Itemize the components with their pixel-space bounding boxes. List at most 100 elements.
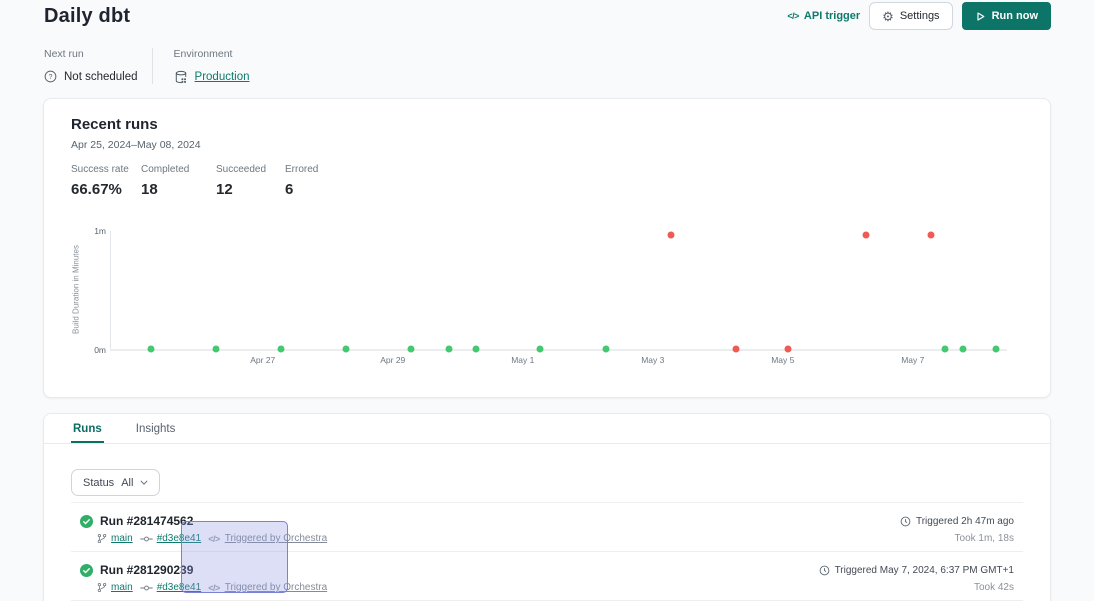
play-icon xyxy=(975,11,986,22)
run-data-point-error[interactable] xyxy=(784,345,791,352)
run-stats: Success rate 66.67% Completed 18 Succeed… xyxy=(71,164,355,198)
x-tick-label: Apr 29 xyxy=(380,355,405,365)
branch-link[interactable]: main xyxy=(111,533,133,544)
run-row-right: Triggered May 7, 2024, 6:37 PM GMT+1 Too… xyxy=(819,563,1014,600)
clock-icon xyxy=(819,565,830,576)
chart-plot xyxy=(110,223,1035,350)
environment-link[interactable]: Production xyxy=(195,71,250,83)
run-list: Run #281474562 main xyxy=(71,502,1023,601)
status-filter-value: All xyxy=(121,477,133,489)
settings-button[interactable]: ⚙ Settings xyxy=(869,2,952,30)
next-run-value: Not scheduled xyxy=(64,71,138,83)
x-tick-label: Apr 27 xyxy=(250,355,275,365)
recent-runs-title: Recent runs xyxy=(71,116,158,133)
commit-link[interactable]: #d3e8e41 xyxy=(157,533,202,544)
x-tick-label: May 1 xyxy=(511,355,534,365)
git-branch-icon xyxy=(97,533,107,544)
tab-insights[interactable]: Insights xyxy=(134,414,178,443)
y-axis-line xyxy=(110,231,111,350)
chevron-down-icon xyxy=(140,480,148,485)
environment-column: Environment Production xyxy=(152,48,264,84)
y-tick-label: 0m xyxy=(94,345,106,355)
next-run-label: Next run xyxy=(44,48,138,60)
code-icon: </> xyxy=(787,11,799,21)
status-filter-dropdown[interactable]: Status All xyxy=(71,469,160,496)
git-commit-icon xyxy=(140,583,153,593)
x-tick-label: May 5 xyxy=(771,355,794,365)
run-row-left: Run #281474562 main xyxy=(80,514,327,551)
run-row[interactable]: Run #281290239 main xyxy=(71,552,1023,601)
run-duration: Took 1m, 18s xyxy=(955,533,1014,544)
stat-success-rate: Success rate 66.67% xyxy=(71,164,141,198)
run-data-point-success[interactable] xyxy=(992,345,999,352)
page-header: Daily dbt </> API trigger ⚙ Settings Run… xyxy=(44,0,1051,32)
run-data-point-success[interactable] xyxy=(536,345,543,352)
chart-y-axis-label: Build Duration in Minutes xyxy=(72,230,81,350)
chart-y-axis: 1m0m xyxy=(84,223,106,350)
run-data-point-error[interactable] xyxy=(862,231,869,238)
job-page: Daily dbt </> API trigger ⚙ Settings Run… xyxy=(0,0,1094,601)
run-data-point-success[interactable] xyxy=(472,345,479,352)
job-meta: Next run ? Not scheduled Environment Pro… xyxy=(44,48,264,84)
trigger-source-link[interactable]: </> Triggered by Orchestra xyxy=(208,582,327,593)
run-data-point-success[interactable] xyxy=(941,345,948,352)
settings-label: Settings xyxy=(900,10,940,22)
x-tick-label: May 3 xyxy=(641,355,664,365)
tab-runs[interactable]: Runs xyxy=(71,414,104,443)
database-icon xyxy=(174,70,188,84)
recent-runs-date-range: Apr 25, 2024–May 08, 2024 xyxy=(71,139,201,151)
run-row-right: Triggered 2h 47m ago Took 1m, 18s xyxy=(900,514,1014,551)
clock-icon xyxy=(900,516,911,527)
run-data-point-error[interactable] xyxy=(927,231,934,238)
run-data-point-success[interactable] xyxy=(602,345,609,352)
stat-succeeded: Succeeded 12 xyxy=(216,164,285,198)
next-run-value-row: ? Not scheduled xyxy=(44,70,138,83)
run-data-point-error[interactable] xyxy=(732,345,739,352)
svg-text:?: ? xyxy=(49,74,53,81)
run-data-point-success[interactable] xyxy=(212,345,219,352)
commit-link[interactable]: #d3e8e41 xyxy=(157,582,202,593)
run-data-point-success[interactable] xyxy=(277,345,284,352)
triggered-time: Triggered 2h 47m ago xyxy=(916,516,1014,527)
header-actions: </> API trigger ⚙ Settings Run now xyxy=(787,2,1051,30)
chart-baseline-line xyxy=(110,349,1007,351)
git-branch-icon xyxy=(97,582,107,593)
run-data-point-success[interactable] xyxy=(407,345,414,352)
status-filter-label: Status xyxy=(83,477,114,489)
run-title: Run #281290239 xyxy=(100,563,193,577)
run-title: Run #281474562 xyxy=(100,514,193,528)
run-data-point-success[interactable] xyxy=(959,345,966,352)
page-title: Daily dbt xyxy=(44,5,130,28)
run-now-button[interactable]: Run now xyxy=(962,2,1051,30)
run-data-point-success[interactable] xyxy=(342,345,349,352)
branch-link[interactable]: main xyxy=(111,582,133,593)
trigger-source-link[interactable]: </> Triggered by Orchestra xyxy=(208,533,327,544)
stat-completed: Completed 18 xyxy=(141,164,216,198)
x-tick-label: May 7 xyxy=(901,355,924,365)
run-row[interactable]: Run #281474562 main xyxy=(71,503,1023,552)
run-data-point-success[interactable] xyxy=(446,345,453,352)
y-tick-label: 1m xyxy=(94,226,106,236)
api-trigger-link[interactable]: </> API trigger xyxy=(787,10,860,22)
environment-label: Environment xyxy=(174,48,250,60)
tab-bar: Runs Insights xyxy=(44,414,1050,444)
code-icon: </> xyxy=(208,583,220,593)
gear-icon: ⚙ xyxy=(882,10,894,23)
run-data-point-success[interactable] xyxy=(147,345,154,352)
git-commit-icon xyxy=(140,534,153,544)
run-duration: Took 42s xyxy=(974,582,1014,593)
check-circle-icon xyxy=(80,515,93,528)
stat-errored: Errored 6 xyxy=(285,164,355,198)
check-circle-icon xyxy=(80,564,93,577)
run-row-left: Run #281290239 main xyxy=(80,563,327,600)
run-now-label: Run now xyxy=(992,10,1038,22)
environment-value-row: Production xyxy=(174,70,250,84)
api-trigger-label: API trigger xyxy=(804,10,860,22)
runs-card: Runs Insights Status All Run #281474562 xyxy=(43,413,1051,601)
code-icon: </> xyxy=(208,534,220,544)
chart-x-axis: Apr 27 Apr 29 May 1 May 3 May 5 May 7 xyxy=(110,355,1035,367)
next-run-column: Next run ? Not scheduled xyxy=(44,48,152,84)
run-data-point-error[interactable] xyxy=(667,231,674,238)
triggered-time: Triggered May 7, 2024, 6:37 PM GMT+1 xyxy=(835,565,1014,576)
recent-runs-card: Recent runs Apr 25, 2024–May 08, 2024 Su… xyxy=(43,98,1051,398)
